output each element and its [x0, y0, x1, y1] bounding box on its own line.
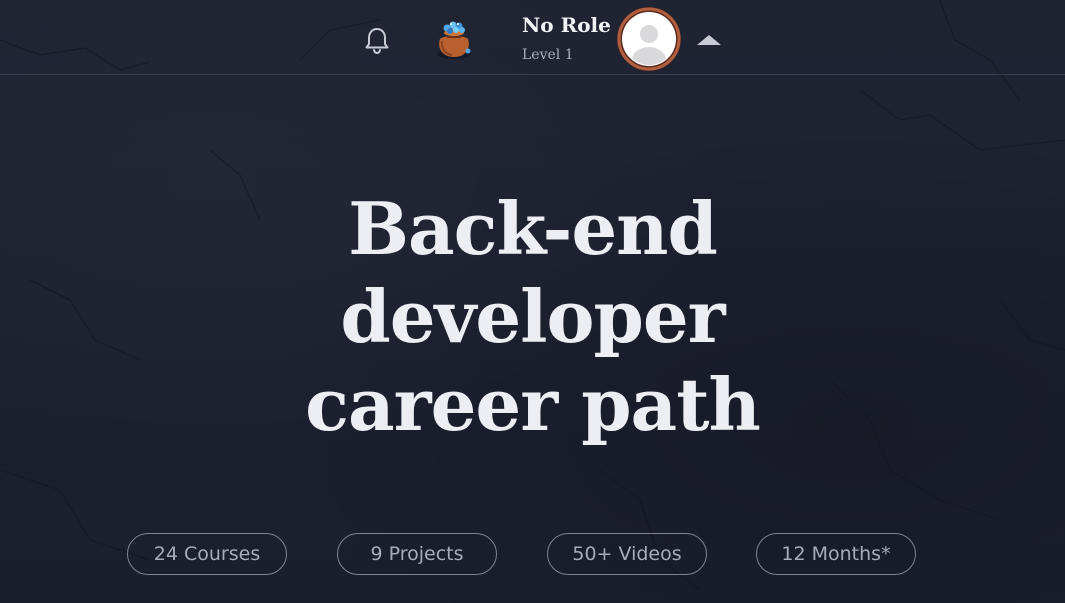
gem-pouch-icon[interactable]	[430, 15, 478, 63]
avatar[interactable]	[616, 6, 682, 72]
page-title-line: career path	[305, 362, 761, 447]
caret-up-icon[interactable]	[696, 32, 722, 46]
page-title: Back-end developer career path	[0, 185, 1065, 449]
page-title-line: developer	[340, 274, 725, 359]
path-stats: 24 Courses 9 Projects 50+ Videos 12 Mont…	[127, 533, 927, 577]
stat-pill-months: 12 Months*	[756, 533, 916, 575]
stat-pill-videos: 50+ Videos	[547, 533, 707, 575]
stat-pill-projects: 9 Projects	[337, 533, 497, 575]
bell-icon[interactable]	[361, 24, 393, 56]
user-name: No Role	[522, 13, 611, 37]
stat-pill-courses: 24 Courses	[127, 533, 287, 575]
user-level: Level 1	[522, 47, 574, 63]
page-title-line: Back-end	[348, 186, 718, 271]
top-navigation-bar: No Role Level 1	[0, 0, 1065, 75]
